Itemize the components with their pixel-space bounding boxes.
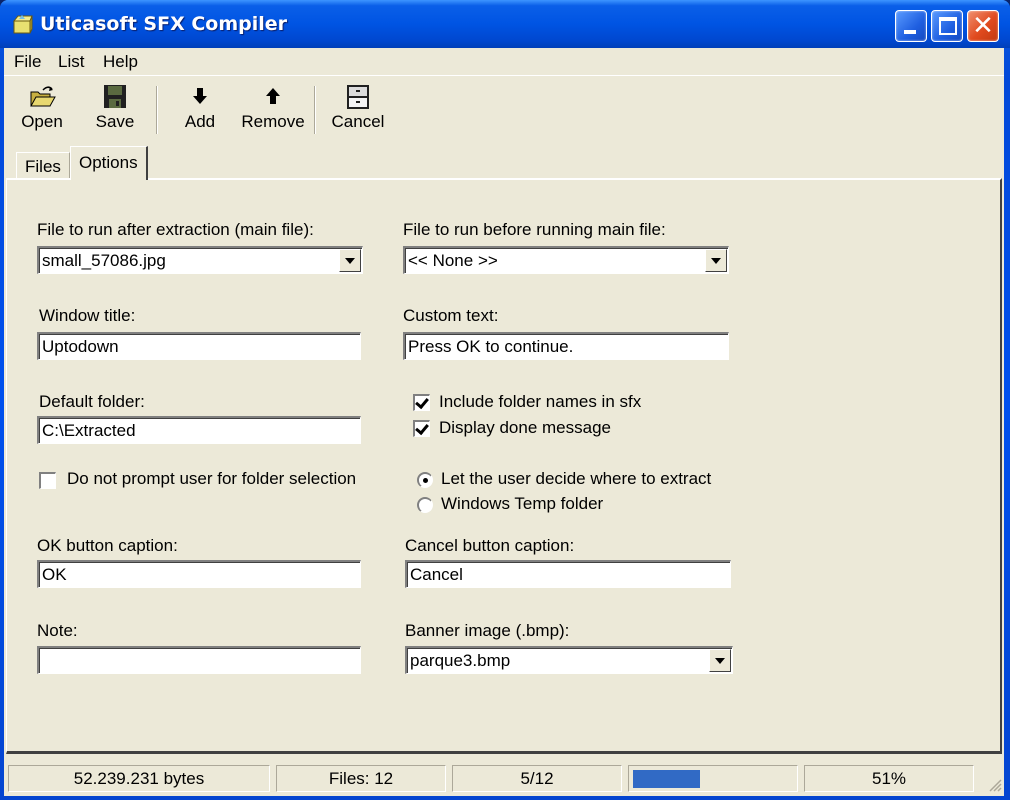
client-area: File List Help Open Save Add Remove Canc… <box>4 48 1004 796</box>
banner-image-value: parque3.bmp <box>410 651 511 670</box>
floppy-disk-icon <box>104 85 126 108</box>
chevron-down-icon[interactable] <box>339 249 361 272</box>
status-files: Files: 12 <box>276 765 446 792</box>
cancel-caption-input[interactable]: Cancel <box>405 560 731 588</box>
app-window: Uticasoft SFX Compiler ✕ File List Help <box>0 0 1010 800</box>
cabinet-icon <box>347 85 369 109</box>
tab-options[interactable]: Options <box>70 146 148 180</box>
remove-label: Remove <box>241 112 305 131</box>
display-done-checkbox[interactable] <box>413 420 430 437</box>
status-bytes: 52.239.231 bytes <box>8 765 270 792</box>
minimize-icon <box>904 30 916 34</box>
no-prompt-checkbox[interactable] <box>39 472 56 489</box>
save-label: Save <box>95 112 135 131</box>
open-folder-icon <box>30 86 56 107</box>
arrow-down-icon <box>193 88 207 104</box>
include-folder-names-checkbox[interactable] <box>413 394 430 411</box>
progress-bar <box>628 765 798 792</box>
note-label: Note: <box>37 621 78 640</box>
extract-user-decide-radio[interactable] <box>417 472 433 488</box>
ok-caption-input[interactable]: OK <box>37 560 361 588</box>
status-progress-count: 5/12 <box>452 765 622 792</box>
add-button[interactable]: Add <box>180 84 220 138</box>
tab-strip: Files Options <box>10 146 1000 180</box>
progress-fill <box>633 770 700 788</box>
status-percent: 51% <box>804 765 974 792</box>
pre-file-label: File to run before running main file: <box>403 220 666 239</box>
add-label: Add <box>184 112 216 131</box>
status-bar: 52.239.231 bytes Files: 12 5/12 51% <box>4 762 1004 794</box>
cancel-button[interactable]: Cancel <box>330 84 386 138</box>
window-title-input[interactable]: Uptodown <box>37 332 361 360</box>
menu-help[interactable]: Help <box>99 52 142 72</box>
app-icon <box>12 15 33 34</box>
close-button[interactable]: ✕ <box>967 10 999 42</box>
chevron-down-icon[interactable] <box>705 249 727 272</box>
toolbar-separator <box>156 86 158 134</box>
extract-temp-radio[interactable] <box>417 497 433 513</box>
menu-file[interactable]: File <box>10 52 45 72</box>
ok-caption-label: OK button caption: <box>37 536 178 555</box>
maximize-button[interactable] <box>931 10 963 42</box>
cancel-label: Cancel <box>331 112 385 131</box>
custom-text-label: Custom text: <box>403 306 499 325</box>
main-file-label: File to run after extraction (main file)… <box>37 220 314 239</box>
cancel-caption-label: Cancel button caption: <box>405 536 575 555</box>
remove-button[interactable]: Remove <box>238 84 308 138</box>
arrow-up-icon <box>266 88 280 104</box>
display-done-label: Display done message <box>439 418 611 437</box>
extract-user-decide-label: Let the user decide where to extract <box>441 469 712 488</box>
pre-file-combo[interactable]: << None >> <box>403 246 729 274</box>
menu-bar: File List Help <box>4 48 1004 76</box>
main-file-value: small_57086.jpg <box>42 251 166 270</box>
close-icon: ✕ <box>972 11 994 41</box>
options-panel: File to run after extraction (main file)… <box>6 178 1002 754</box>
toolbar: Open Save Add Remove Cancel <box>4 78 1004 142</box>
menu-list[interactable]: List <box>54 52 88 72</box>
extract-temp-label: Windows Temp folder <box>441 494 604 513</box>
title-bar[interactable]: Uticasoft SFX Compiler ✕ <box>0 0 1010 48</box>
custom-text-input[interactable]: Press OK to continue. <box>403 332 729 360</box>
minimize-button[interactable] <box>895 10 927 42</box>
default-folder-input[interactable]: C:\Extracted <box>37 416 361 444</box>
pre-file-value: << None >> <box>408 251 498 270</box>
open-button[interactable]: Open <box>18 84 66 138</box>
include-folder-names-label: Include folder names in sfx <box>439 392 642 411</box>
resize-grip-icon[interactable] <box>986 776 1002 792</box>
tab-files[interactable]: Files <box>16 152 70 180</box>
maximize-icon <box>939 17 957 35</box>
save-button[interactable]: Save <box>92 84 138 138</box>
toolbar-separator <box>314 86 316 134</box>
window-title-label: Window title: <box>39 306 136 325</box>
main-file-combo[interactable]: small_57086.jpg <box>37 246 363 274</box>
banner-image-label: Banner image (.bmp): <box>405 621 570 640</box>
note-input[interactable] <box>37 646 361 674</box>
window-title: Uticasoft SFX Compiler <box>40 13 288 35</box>
default-folder-label: Default folder: <box>39 392 145 411</box>
banner-image-combo[interactable]: parque3.bmp <box>405 646 733 674</box>
no-prompt-label: Do not prompt user for folder selection <box>67 469 357 488</box>
chevron-down-icon[interactable] <box>709 649 731 672</box>
open-label: Open <box>21 112 63 131</box>
